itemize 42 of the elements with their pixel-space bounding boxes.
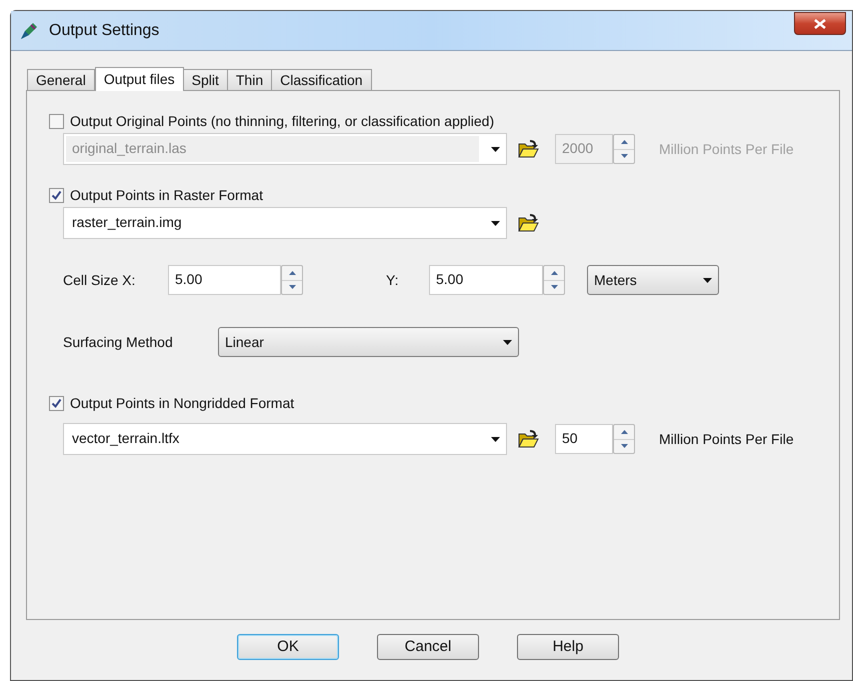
checkbox[interactable] [49,114,64,128]
dialog-button[interactable]: Help [517,634,619,660]
dialog-button[interactable]: Cancel [377,634,479,660]
surfacing-method-label: Surfacing Method [63,332,174,352]
points-label: Million Points Per File [659,140,794,158]
spinner-buttons[interactable] [613,134,635,164]
file-combo-box[interactable]: vector_terrain.ltfx [63,423,507,455]
checkbox-label: Output Original Points (no thinning, filtering, or classification applied) [70,112,494,131]
caret-icon [703,278,712,282]
close-button[interactable] [794,12,846,35]
units-dropdown[interactable]: Meters [587,265,719,295]
number-field[interactable]: 50 [555,424,613,454]
open-folder-icon[interactable] [517,139,539,159]
tab[interactable]: Output files [94,67,184,91]
open-folder-icon[interactable] [517,429,539,449]
caret-icon [503,340,512,344]
checkbox-label: Output Points in Nongridded Format [70,394,294,413]
pen-icon [19,20,39,40]
caret-icon [491,146,500,152]
number-field[interactable]: 5.00 [429,265,543,295]
spinner-buttons[interactable] [613,424,635,454]
open-folder-icon[interactable] [517,213,539,233]
caret-icon [491,436,500,442]
checkbox[interactable] [49,188,64,202]
cell-size-x-label: Cell Size X: [63,270,136,290]
window-title: Output Settings [49,20,160,40]
number-field[interactable]: 5.00 [168,265,281,295]
dialog-button[interactable]: OK [237,634,339,660]
file-combo-box[interactable]: raster_terrain.img [63,207,507,239]
spinner-buttons[interactable] [281,265,303,295]
tab[interactable]: Classification [271,69,372,90]
checkbox-label: Output Points in Raster Format [70,186,263,205]
close-icon [814,18,826,28]
tab[interactable]: General [27,69,95,90]
tab[interactable]: Split [182,69,228,90]
caret-icon [491,220,500,226]
points-label: Million Points Per File [659,430,794,448]
checkbox[interactable] [49,396,64,410]
tab[interactable]: Thin [226,69,272,90]
y-label: Y: [386,270,400,290]
spinner-buttons[interactable] [543,265,565,295]
surfacing-method-dropdown[interactable]: Linear [218,327,519,357]
